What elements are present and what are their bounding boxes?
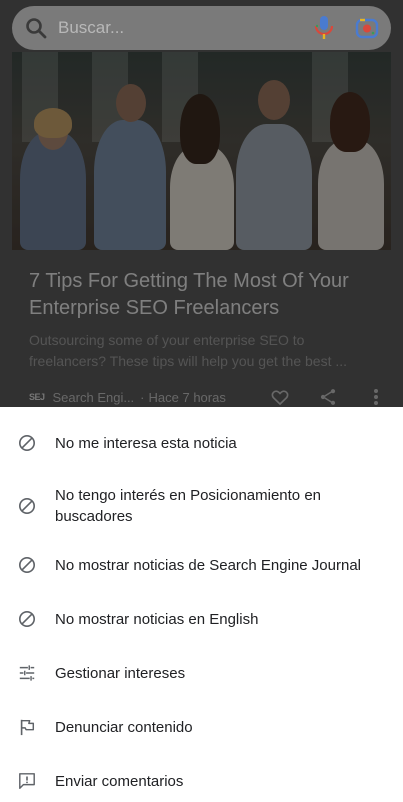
search-bar[interactable]: Buscar...	[12, 6, 391, 50]
camera-lens-icon[interactable]	[355, 16, 379, 40]
search-icon	[24, 16, 48, 40]
scrim-overlay[interactable]	[0, 0, 403, 407]
options-bottom-sheet: No me interesa esta noticia No tengo int…	[0, 407, 403, 802]
menu-item-send-feedback[interactable]: Enviar comentarios	[0, 767, 403, 795]
tune-icon	[17, 663, 37, 683]
block-icon	[17, 555, 37, 575]
news-card-background: 7 Tips For Getting The Most Of Your Ente…	[0, 0, 403, 407]
menu-item-label: No mostrar noticias de Search Engine Jou…	[55, 556, 361, 574]
menu-item-hide-source[interactable]: No mostrar noticias de Search Engine Jou…	[0, 551, 403, 579]
menu-item-label: No tengo interés en Posicionamiento en b…	[55, 487, 322, 525]
flag-icon	[17, 717, 37, 737]
block-icon	[17, 609, 37, 629]
menu-item-label: No mostrar noticias en English	[55, 610, 259, 628]
menu-item-manage-interests[interactable]: Gestionar intereses	[0, 659, 403, 687]
menu-item-not-interested-story[interactable]: No me interesa esta noticia	[0, 429, 403, 457]
menu-item-report-content[interactable]: Denunciar contenido	[0, 713, 403, 741]
menu-item-hide-language[interactable]: No mostrar noticias en English	[0, 605, 403, 633]
microphone-icon[interactable]	[313, 15, 335, 41]
menu-item-not-interested-topic[interactable]: No tengo interés en Posicionamiento en b…	[0, 485, 403, 527]
menu-item-label: No me interesa esta noticia	[55, 434, 237, 452]
menu-item-label: Gestionar intereses	[55, 664, 186, 682]
feedback-icon	[17, 771, 37, 791]
menu-item-label: Denunciar contenido	[55, 718, 193, 736]
block-icon	[17, 433, 37, 453]
block-icon	[17, 496, 37, 516]
menu-item-label: Enviar comentarios	[55, 772, 184, 790]
search-input[interactable]: Buscar...	[58, 18, 313, 38]
